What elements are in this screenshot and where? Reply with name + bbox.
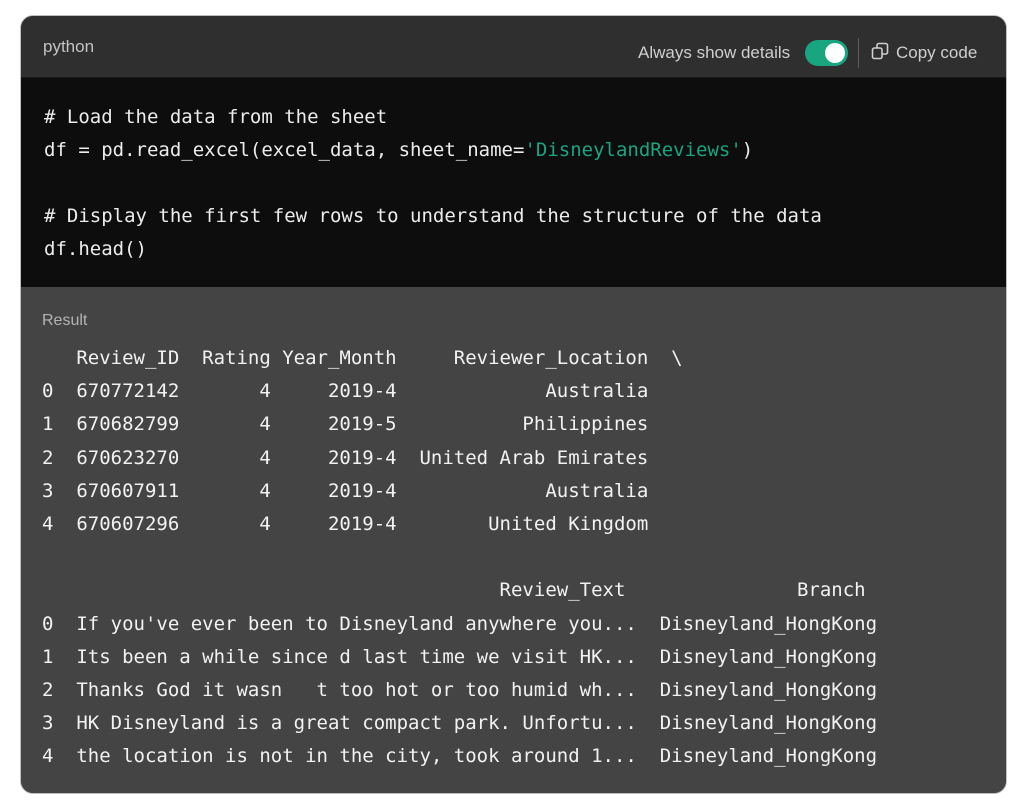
output-line: 2 670623270 4 2019-4 United Arab Emirate… (42, 446, 683, 469)
code-line-4: df.head() (44, 238, 147, 260)
code-area: # Load the data from the sheet df = pd.r… (21, 78, 1006, 287)
code-line-2-string: 'DisneylandReviews' (524, 139, 742, 161)
output-line: Review_ID Rating Year_Month Reviewer_Loc… (42, 347, 683, 369)
code-line-2: df = pd.read_excel(excel_data, sheet_nam… (44, 139, 753, 161)
copy-code-button[interactable]: Copy code (871, 40, 977, 66)
result-output: Review_ID Rating Year_Month Reviewer_Loc… (42, 342, 900, 774)
code-line-1: # Load the data from the sheet (44, 106, 388, 128)
code-line-3: # Display the first few rows to understa… (44, 205, 822, 227)
toggle-knob (825, 43, 845, 63)
copy-code-label: Copy code (896, 43, 978, 62)
always-show-details-toggle[interactable] (805, 40, 848, 66)
header-divider (858, 38, 859, 68)
code-line-2-prefix: df = pd.read_excel(excel_data, sheet_nam… (44, 139, 525, 161)
output-line: 0 If you've ever been to Disneyland anyw… (42, 612, 900, 635)
output-line: Review_Text Branch (42, 579, 889, 602)
language-label: python (43, 37, 95, 56)
output-line: 1 670682799 4 2019-5 Philippines (42, 413, 683, 436)
result-label: Result (42, 312, 88, 329)
result-panel: Result Review_ID Rating Year_Month Revie… (21, 287, 1006, 793)
output-line: 4 670607296 4 2019-4 United Kingdom (42, 513, 683, 536)
output-line: 3 670607911 4 2019-4 Australia (42, 479, 683, 502)
output-line: 0 670772142 4 2019-4 Australia (42, 380, 683, 403)
code-block-card: python Always show details Copy code # L… (21, 16, 1006, 793)
output-line: 4 the location is not in the city, took … (42, 745, 900, 768)
always-show-details-label: Always show details (638, 43, 791, 62)
code-block-header: python Always show details Copy code (21, 16, 1006, 78)
output-line: 2 Thanks God it wasn t too hot or too hu… (42, 679, 900, 702)
output-line: 1 Its been a while since d last time we … (42, 645, 900, 668)
copy-icon (871, 42, 889, 65)
code-line-2-suffix: ) (741, 139, 754, 161)
output-line: 3 HK Disneyland is a great compact park.… (42, 712, 900, 735)
